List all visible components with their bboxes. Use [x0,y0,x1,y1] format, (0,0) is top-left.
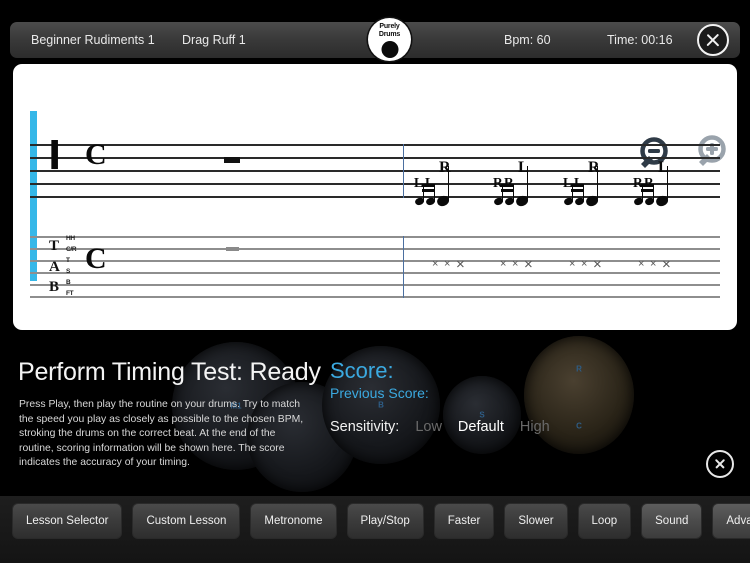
drum-label-ft: FT [66,290,74,297]
score-label: Score: [330,358,394,383]
lesson-selector-button[interactable]: Lesson Selector [12,503,123,539]
staff-line [30,170,720,172]
header-routine-name: Drag Ruff 1 [182,33,246,47]
tab-x-small: × [444,258,451,270]
tab-letter: A [49,258,60,275]
tab-letter: T [49,238,60,254]
drum-label-s: S [66,268,71,275]
close-icon [699,26,727,54]
tab-barline [403,236,405,298]
staff-line [30,144,720,146]
staff-line [30,183,720,185]
sticking-label: R [493,175,503,190]
close-icon [708,452,732,476]
tab-x-small: × [638,258,645,270]
sticking-label: L [414,175,424,190]
whole-rest [224,157,240,163]
tab-line [30,248,720,250]
note-group: R R L [632,159,676,222]
tab-x-small: × [650,258,657,270]
background-drum-label: B [378,400,384,410]
tab-x-small: × [569,258,576,270]
tab-time-signature: C [85,242,107,275]
sticking-label: R [439,159,451,176]
staff-line [30,157,720,159]
page-title: Perform Timing Test: Ready [18,358,321,386]
note-group: R R L [492,159,536,222]
panel-close-button[interactable] [706,450,734,478]
bottom-toolbar: Lesson Selector Custom Lesson Metronome … [0,496,750,563]
header-bpm: Bpm: 60 [504,33,551,47]
tab-x-big: × [456,256,465,273]
sticking-label: R [588,159,600,176]
tab-whole-rest [226,247,239,251]
sound-button[interactable]: Sound [641,503,703,539]
tab-letter: B [49,279,60,295]
logo-dot [381,41,398,58]
background-drum-label: R [576,364,582,374]
logo-line-1: Purely [379,23,400,30]
sticking-label: L [563,175,573,190]
tab-x-big: × [593,256,602,273]
tab-line [30,284,720,286]
purely-drums-logo: Purely Drums [368,18,411,61]
notation-staff: || C [30,136,720,198]
drum-label-t: T [66,257,70,264]
metronome-button[interactable]: Metronome [250,503,337,539]
tab-x-small: × [500,258,507,270]
tab-line [30,236,720,238]
tab-staff: T A B HH C/R T S B FT C × × × × × × × × … [30,235,720,298]
barline [403,144,405,198]
header-time: Time: 00:16 [607,33,673,47]
drum-voice-labels: HH C/R T S B FT [66,235,77,297]
faster-button[interactable]: Faster [433,503,495,539]
sensitivity-option-low[interactable]: Low [415,419,442,435]
tab-line [30,260,720,262]
sticking-label: L [574,175,584,190]
tab-x-small: × [512,258,519,270]
sensitivity-option-high[interactable]: High [520,419,550,435]
tab-line [30,296,720,298]
background-drum: R C [524,336,634,454]
note-group: L L R [413,159,457,222]
loop-button[interactable]: Loop [577,503,632,539]
drum-label-b: B [66,279,71,286]
instructions-text: Press Play, then play the routine on you… [19,399,304,468]
close-button[interactable] [697,24,729,56]
tab-line [30,272,720,274]
background-drum: S [443,376,521,454]
drum-label-hh: HH [66,235,75,242]
drum-label-cr: C/R [66,246,77,253]
note-group: L L R [562,159,606,222]
staff-line [30,196,720,198]
sticking-label: R [644,175,654,190]
time-signature: C [85,138,107,171]
sensitivity-label: Sensitivity: [330,419,400,435]
slower-button[interactable]: Slower [504,503,568,539]
logo-line-2: Drums [378,30,401,38]
previous-score-label: Previous Score: [330,385,429,401]
sticking-label: L [425,175,435,190]
header-lesson-name: Beginner Rudiments 1 [31,33,155,47]
tab-x-big: × [662,256,671,273]
sticking-label: L [658,159,669,176]
sensitivity-row: Sensitivity: Low Default High [330,419,550,435]
sticking-label: R [504,175,514,190]
percussion-clef-icon: || [49,134,61,169]
advanced-button[interactable]: Advanced [712,503,750,539]
play-stop-button[interactable]: Play/Stop [346,503,424,539]
tab-x-small: × [581,258,588,270]
tab-letters: T A B [49,238,60,296]
notation-sheet[interactable]: || C L L R R R L L L R R R L T A B HH C/… [13,64,737,330]
tab-x-big: × [524,256,533,273]
sensitivity-option-default[interactable]: Default [458,419,504,435]
sticking-label: R [633,175,643,190]
app-root: Beginner Rudiments 1 Drag Ruff 1 Bpm: 60… [0,0,750,563]
toolbar-buttons: Lesson Selector Custom Lesson Metronome … [12,503,750,539]
background-drum-label: C [576,421,582,431]
sticking-label: L [518,159,529,176]
tab-x-small: × [432,258,439,270]
custom-lesson-button[interactable]: Custom Lesson [132,503,241,539]
